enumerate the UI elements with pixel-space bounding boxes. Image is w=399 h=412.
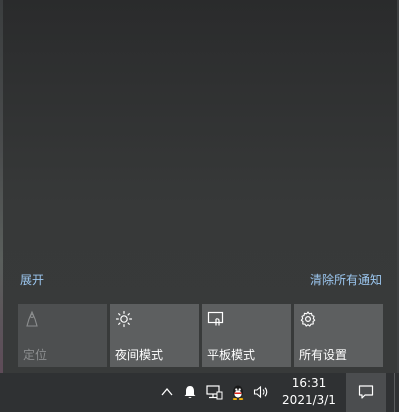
quick-action-label: 定位: [23, 348, 48, 362]
qq-icon[interactable]: [229, 383, 247, 401]
clear-all-notifications-link[interactable]: 清除所有通知: [310, 271, 382, 288]
chevron-up-icon[interactable]: [158, 383, 176, 401]
expand-link[interactable]: 展开: [20, 271, 44, 288]
taskbar-clock[interactable]: 16:31 2021/3/1: [276, 375, 342, 411]
quick-actions: 定位 夜间模式 平板模式 所有设置: [18, 304, 384, 367]
action-center-button[interactable]: [346, 373, 386, 412]
clock-time: 16:31: [291, 376, 327, 390]
quick-action-night-light[interactable]: 夜间模式: [110, 304, 199, 367]
quick-action-tablet-mode[interactable]: 平板模式: [202, 304, 291, 367]
quick-action-all-settings[interactable]: 所有设置: [294, 304, 383, 367]
network-icon[interactable]: [205, 383, 223, 401]
quick-action-label: 平板模式: [207, 348, 256, 362]
quick-action-label: 夜间模式: [115, 348, 164, 362]
taskbar: 16:31 2021/3/1: [0, 373, 399, 412]
volume-icon[interactable]: [252, 383, 270, 401]
location-icon: [26, 310, 38, 327]
action-center-panel: 展开 清除所有通知 定位 夜间模式 平板模式 所有设置: [0, 0, 399, 373]
action-center-icon: [358, 385, 374, 399]
quick-action-location[interactable]: 定位: [18, 304, 107, 367]
settings-gear-icon: [300, 311, 316, 327]
panel-left-edge: [0, 0, 3, 373]
brightness-icon: [115, 310, 133, 328]
quick-action-label: 所有设置: [299, 348, 348, 362]
bell-icon[interactable]: [181, 383, 199, 401]
clock-date: 2021/3/1: [282, 393, 336, 407]
tablet-mode-icon: [207, 311, 224, 326]
show-desktop-button[interactable]: [394, 373, 399, 412]
